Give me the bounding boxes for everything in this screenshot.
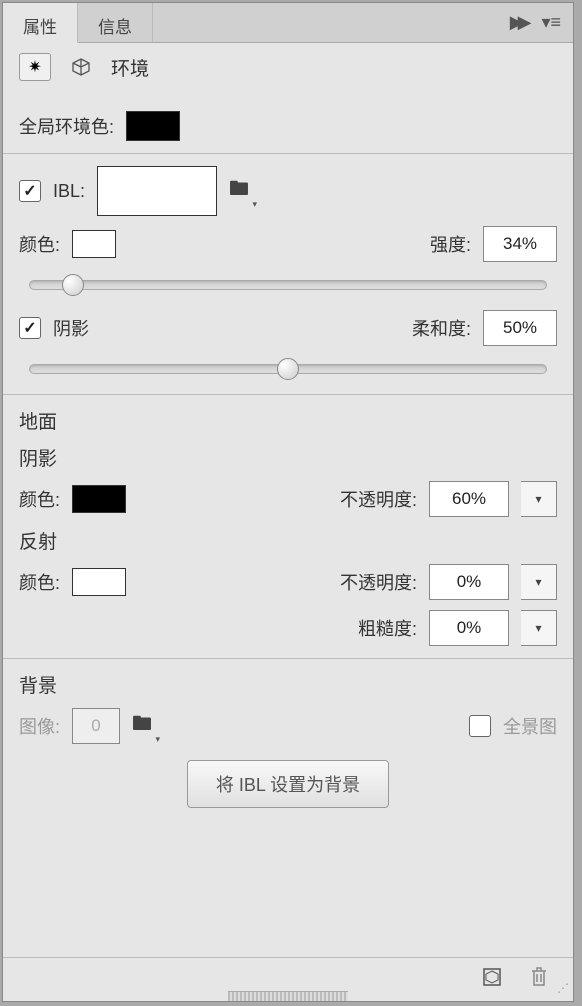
resize-grip-icon[interactable]: ⋰ [557, 981, 567, 995]
trash-icon[interactable] [529, 966, 549, 994]
background-folder-icon[interactable]: 🖿 [132, 709, 152, 743]
panorama-checkbox[interactable] [469, 715, 491, 737]
ibl-color-label: 颜色: [19, 231, 60, 257]
global-env-color-label: 全局环境色: [19, 113, 114, 139]
ibl-image-swatch[interactable] [97, 166, 217, 216]
panorama-label: 全景图 [503, 713, 557, 739]
ground-roughness-dropdown[interactable]: ▾ [521, 610, 557, 646]
ground-reflect-opacity-dropdown[interactable]: ▾ [521, 564, 557, 600]
ibl-intensity-slider[interactable] [19, 272, 557, 296]
ground-heading: 地面 [19, 407, 557, 434]
ground-shadow-opacity-label: 不透明度: [340, 486, 417, 512]
ibl-shadow-checkbox[interactable] [19, 317, 41, 339]
ibl-label: IBL: [53, 181, 85, 202]
bottom-grip[interactable] [228, 991, 348, 1001]
collapse-icon[interactable]: ▶▶ [510, 12, 526, 33]
ibl-softness-slider[interactable] [19, 356, 557, 380]
render-settings-icon[interactable] [481, 966, 503, 994]
ground-reflect-color-swatch[interactable] [72, 568, 126, 596]
background-image-input [72, 708, 120, 744]
ground-shadow-opacity-dropdown[interactable]: ▾ [521, 481, 557, 517]
folder-icon[interactable]: 🖿 [229, 174, 249, 208]
tab-bar: 属性 信息 ▶▶ ▾≡ [3, 3, 573, 43]
panel-title: 环境 [111, 54, 149, 81]
panel-menu-icon[interactable]: ▾≡ [541, 12, 561, 33]
ibl-softness-input[interactable] [483, 310, 557, 346]
panel-header: ✷ 环境 [3, 43, 573, 91]
ground-reflect-color-label: 颜色: [19, 569, 60, 595]
ibl-checkbox[interactable] [19, 180, 41, 202]
ground-shadow-heading: 阴影 [19, 444, 557, 471]
ground-shadow-opacity-input[interactable] [429, 481, 509, 517]
background-image-label: 图像: [19, 713, 60, 739]
ibl-color-swatch[interactable] [72, 230, 116, 258]
light-icon[interactable]: ✷ [19, 53, 51, 81]
ground-reflect-opacity-label: 不透明度: [340, 569, 417, 595]
ground-reflect-opacity-input[interactable] [429, 564, 509, 600]
set-ibl-background-button[interactable]: 将 IBL 设置为背景 [187, 760, 389, 808]
ibl-shadow-label: 阴影 [53, 315, 89, 341]
global-env-color-swatch[interactable] [126, 111, 180, 141]
ground-reflect-heading: 反射 [19, 527, 557, 554]
ground-roughness-label: 粗糙度: [358, 615, 417, 641]
ground-shadow-color-label: 颜色: [19, 486, 60, 512]
properties-panel: 属性 信息 ▶▶ ▾≡ ✷ 环境 全局环境色: IBL: 🖿 颜色: [2, 2, 574, 1002]
background-heading: 背景 [19, 671, 557, 698]
tab-properties[interactable]: 属性 [3, 3, 78, 43]
box3d-icon[interactable] [69, 55, 93, 79]
ibl-intensity-label: 强度: [430, 231, 471, 257]
ibl-softness-label: 柔和度: [412, 315, 471, 341]
ground-shadow-color-swatch[interactable] [72, 485, 126, 513]
ground-roughness-input[interactable] [429, 610, 509, 646]
tab-info[interactable]: 信息 [78, 3, 153, 42]
ibl-intensity-input[interactable] [483, 226, 557, 262]
